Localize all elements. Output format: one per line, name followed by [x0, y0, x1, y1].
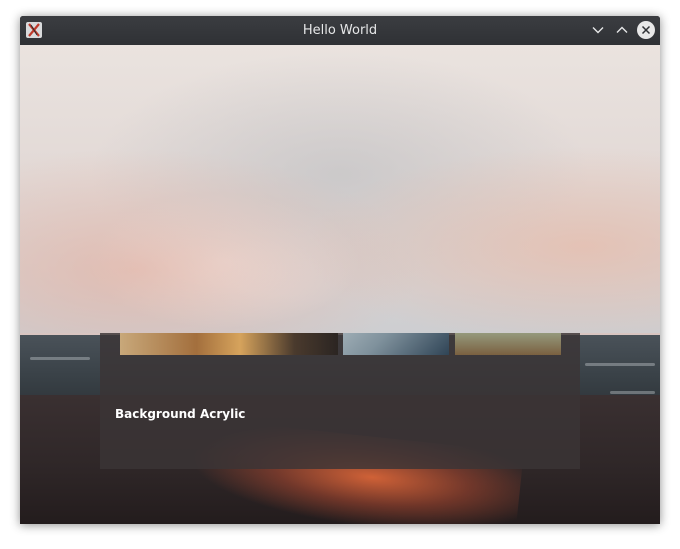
acrylic-blur-panel	[20, 45, 660, 333]
chevron-up-icon	[616, 26, 628, 33]
card-label: Background Acrylic	[115, 407, 246, 421]
wave-foam	[30, 357, 90, 360]
maximize-button[interactable]	[613, 21, 631, 39]
close-icon	[641, 25, 651, 35]
minimize-button[interactable]	[589, 21, 607, 39]
app-window: Hello World Background Acrylic	[20, 16, 660, 524]
window-content: Background Acrylic	[20, 45, 660, 524]
wave-foam	[610, 391, 655, 394]
chevron-down-icon	[592, 27, 604, 34]
title-bar[interactable]: Hello World	[20, 16, 660, 46]
close-button[interactable]	[637, 21, 655, 39]
wave-foam	[585, 363, 655, 366]
window-title: Hello World	[302, 23, 378, 38]
